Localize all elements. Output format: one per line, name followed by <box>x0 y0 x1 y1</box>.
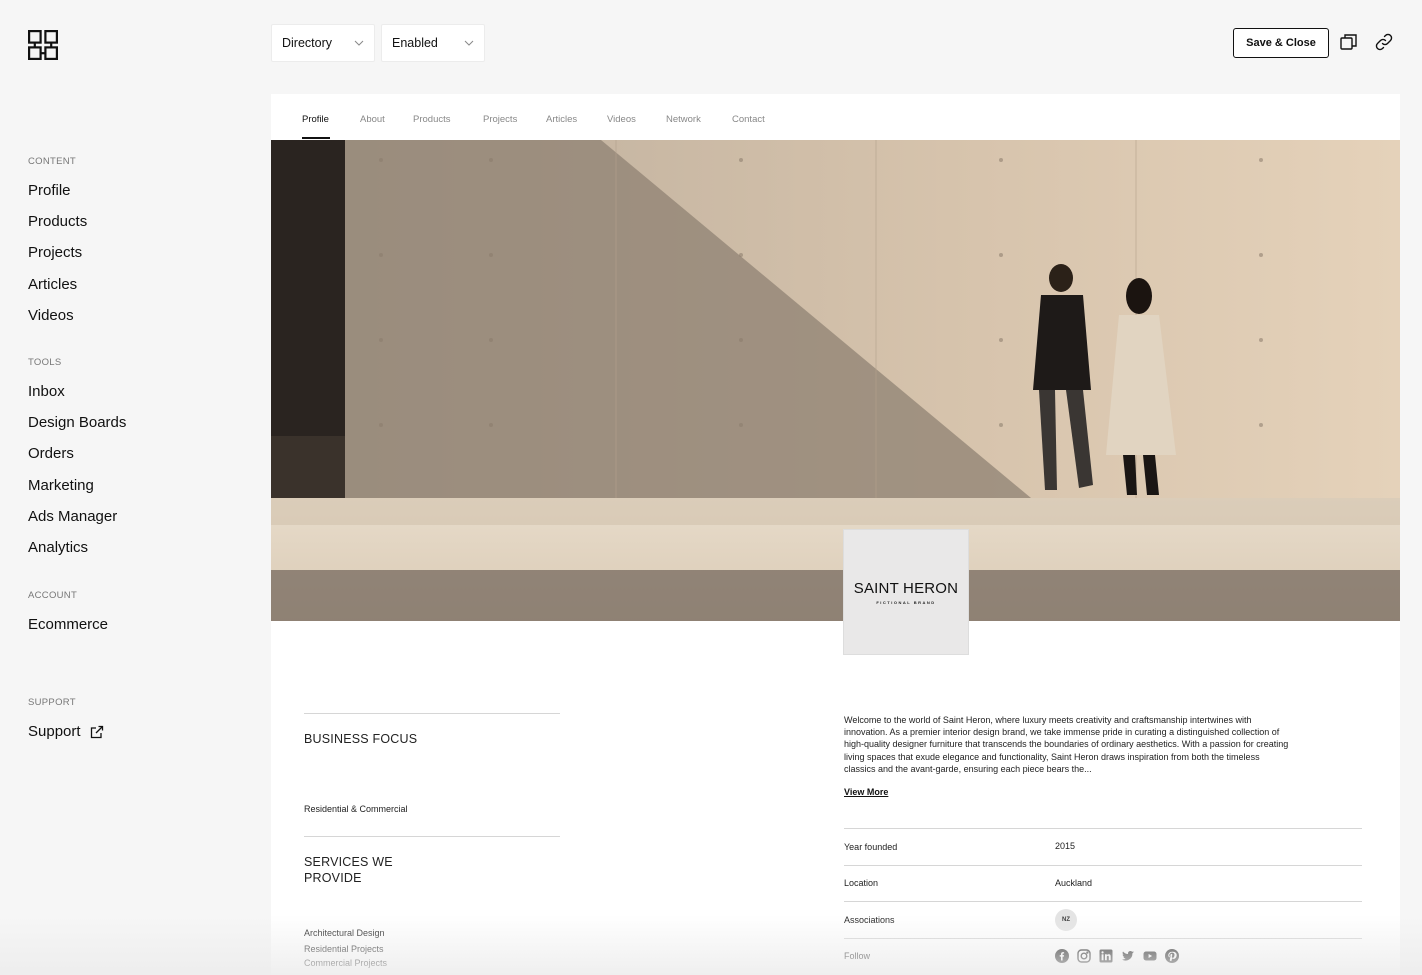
business-focus-heading: BUSINESS FOCUS <box>304 732 418 746</box>
brand-tagline: FICTIONAL BRAND <box>876 599 936 605</box>
tab-products[interactable]: Products <box>413 114 451 125</box>
profile-card: Profile About Products Projects Articles… <box>271 94 1400 975</box>
sidebar-item-profile[interactable]: Profile <box>28 182 71 199</box>
sidebar-item-orders[interactable]: Orders <box>28 445 74 462</box>
save-close-button[interactable]: Save & Close <box>1233 28 1329 58</box>
sidebar-item-marketing[interactable]: Marketing <box>28 477 94 494</box>
social-links <box>1055 949 1179 963</box>
tab-projects[interactable]: Projects <box>483 114 517 125</box>
service-item: Residential Projects <box>304 944 384 954</box>
sidebar-item-ads-manager[interactable]: Ads Manager <box>28 508 117 525</box>
sidebar-item-analytics[interactable]: Analytics <box>28 539 88 556</box>
active-tab-indicator <box>302 137 330 139</box>
sidebar-item-support[interactable]: Support <box>28 723 105 740</box>
external-link-icon <box>90 725 103 738</box>
type-select-value: Directory <box>282 36 333 50</box>
chevron-down-icon <box>464 40 474 46</box>
divider <box>844 865 1362 866</box>
sidebar-item-ecommerce[interactable]: Ecommerce <box>28 616 108 633</box>
pinterest-icon[interactable] <box>1165 949 1179 963</box>
sidebar-item-label: Support <box>28 723 81 740</box>
linkedin-icon[interactable] <box>1099 949 1113 963</box>
follow-label: Follow <box>844 951 871 961</box>
status-select-value: Enabled <box>392 36 438 50</box>
location-value: Auckland <box>1055 878 1093 888</box>
facebook-icon[interactable] <box>1055 949 1069 963</box>
instagram-icon[interactable] <box>1077 949 1091 963</box>
twitter-icon[interactable] <box>1121 949 1135 963</box>
hero-cover-image[interactable] <box>271 140 1400 621</box>
association-badge[interactable]: NZ <box>1055 909 1077 931</box>
tab-contact[interactable]: Contact <box>732 114 765 125</box>
service-item: Architectural Design <box>304 928 385 938</box>
section-title-tools: TOOLS <box>28 357 62 368</box>
year-founded-value: 2015 <box>1055 841 1076 851</box>
divider <box>844 901 1362 902</box>
sidebar-item-inbox[interactable]: Inbox <box>28 383 65 400</box>
business-focus-value: Residential & Commercial <box>304 804 408 814</box>
location-label: Location <box>844 878 879 888</box>
divider <box>844 938 1362 939</box>
sidebar-item-projects[interactable]: Projects <box>28 244 82 261</box>
duplicate-icon[interactable] <box>1339 32 1359 52</box>
tab-network[interactable]: Network <box>666 114 701 125</box>
chevron-down-icon <box>354 40 364 46</box>
tab-about[interactable]: About <box>360 114 385 125</box>
section-title-content: CONTENT <box>28 156 77 167</box>
brand-name: SAINT HERON <box>853 579 959 597</box>
youtube-icon[interactable] <box>1143 949 1157 963</box>
tab-profile[interactable]: Profile <box>302 114 329 125</box>
service-item: Commercial Projects <box>304 958 388 968</box>
sidebar-item-design-boards[interactable]: Design Boards <box>28 414 126 431</box>
associations-label: Associations <box>844 915 895 925</box>
about-text: Welcome to the world of Saint Heron, whe… <box>844 715 1289 774</box>
sidebar-item-articles[interactable]: Articles <box>28 276 77 293</box>
year-founded-label: Year founded <box>844 842 898 852</box>
grid-logo-icon[interactable] <box>28 30 58 60</box>
sidebar-item-videos[interactable]: Videos <box>28 307 74 324</box>
tab-articles[interactable]: Articles <box>546 114 577 125</box>
section-title-account: ACCOUNT <box>28 590 78 601</box>
sidebar-item-products[interactable]: Products <box>28 213 87 230</box>
type-select[interactable]: Directory <box>271 24 375 62</box>
services-heading: SERVICES WE PROVIDE <box>304 855 393 885</box>
app-root: CONTENT Profile Products Projects Articl… <box>0 0 1422 975</box>
tab-videos[interactable]: Videos <box>607 114 636 125</box>
section-title-support: SUPPORT <box>28 697 76 708</box>
brand-logo[interactable]: SAINT HERON FICTIONAL BRAND <box>844 530 968 654</box>
link-icon[interactable] <box>1374 32 1394 52</box>
divider <box>304 836 560 837</box>
status-select[interactable]: Enabled <box>381 24 485 62</box>
divider <box>304 713 560 714</box>
view-more-link[interactable]: View More <box>844 787 888 797</box>
tab-bar: Profile About Products Projects Articles… <box>271 94 1400 140</box>
divider <box>844 828 1362 829</box>
